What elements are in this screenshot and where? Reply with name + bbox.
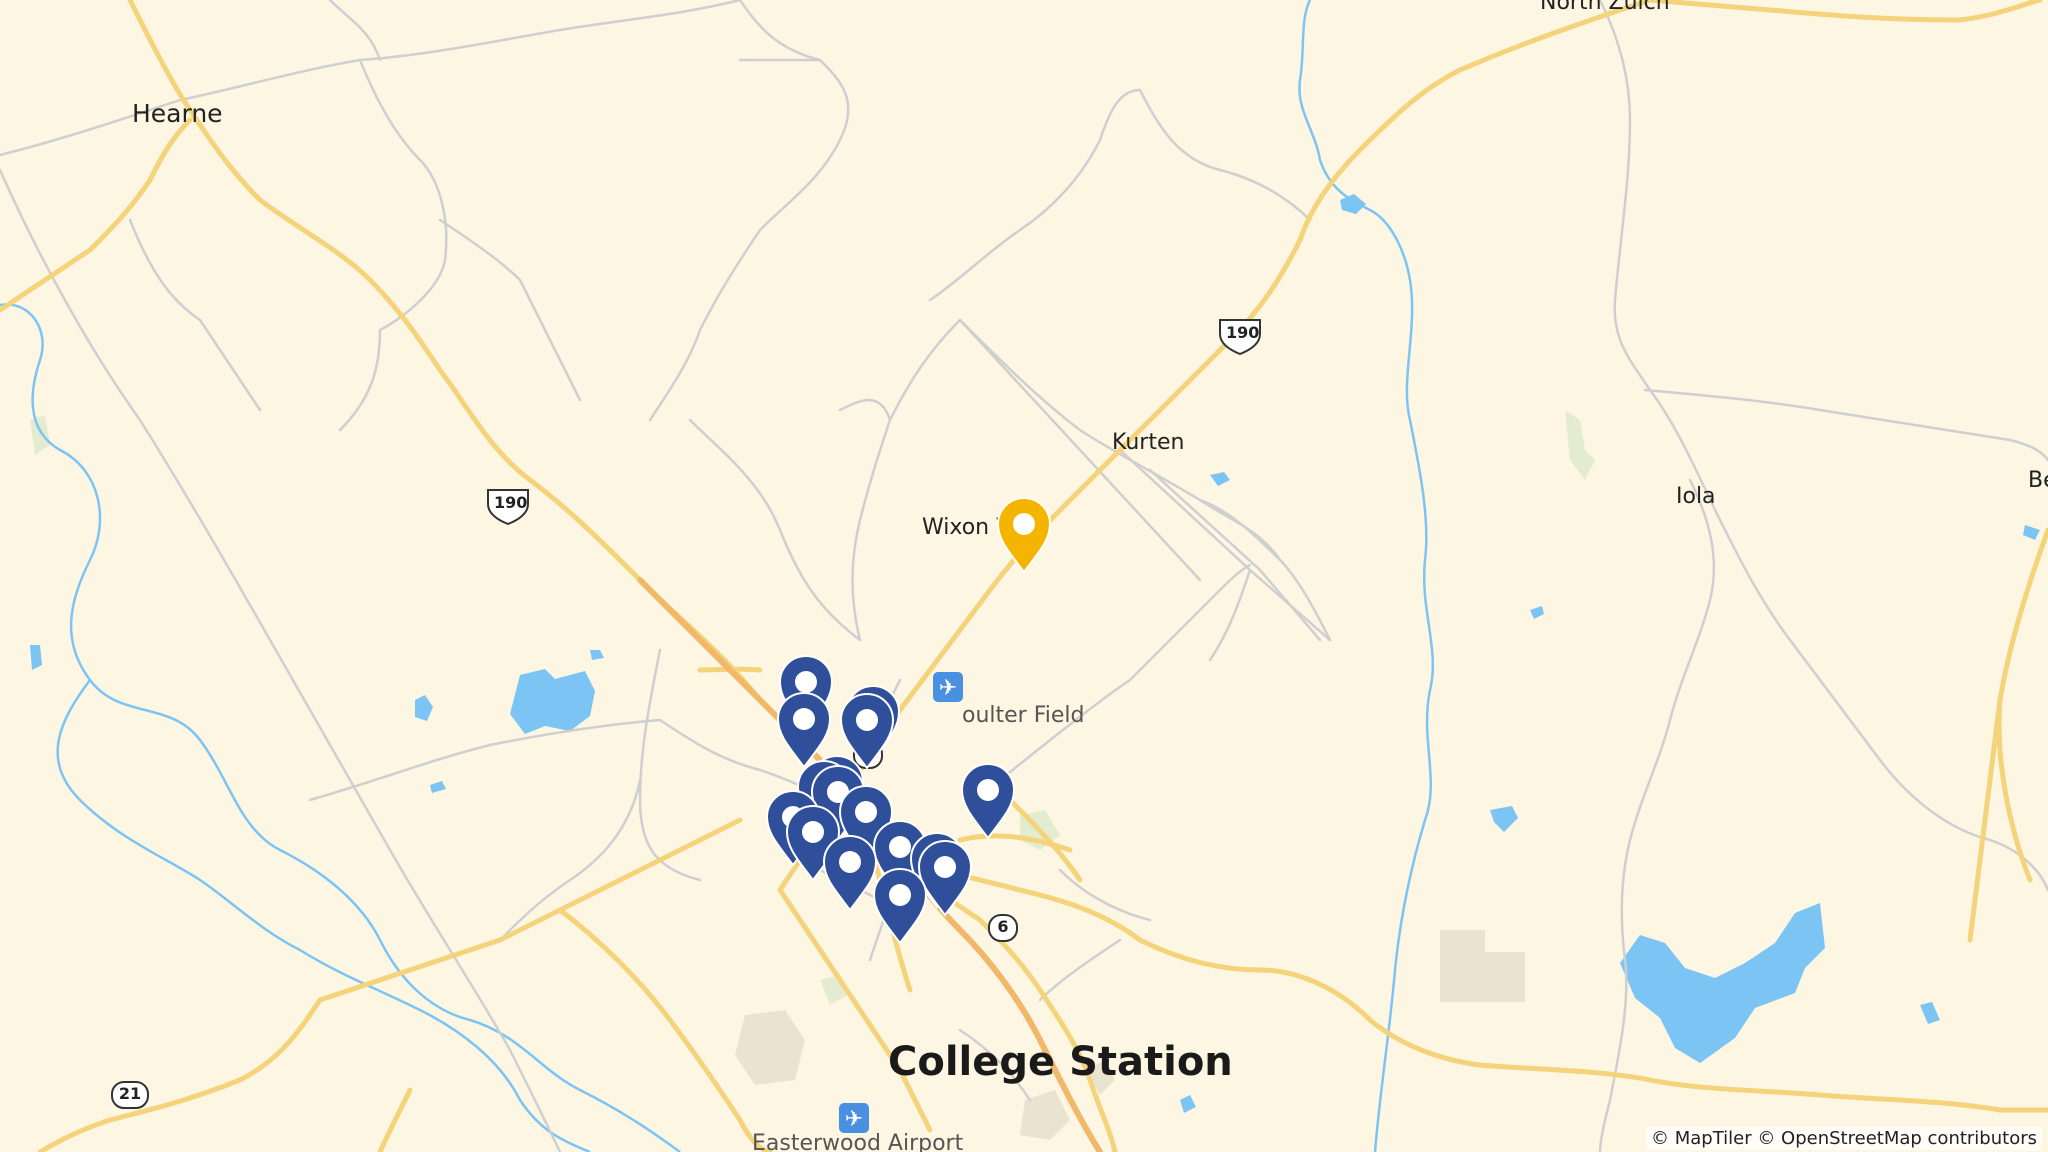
place-label-kurten: Kurten (1112, 430, 1185, 455)
hwy21-shield-label: 21 (118, 1084, 142, 1103)
map-attribution[interactable]: © MapTiler © OpenStreetMap contributors (1645, 1127, 2042, 1150)
us190-shield-label: 190 (494, 493, 528, 512)
poi-label-coulter-field: oulter Field (962, 703, 1085, 728)
poi-label-easterwood-airport: Easterwood Airport (752, 1131, 964, 1152)
hwy6-shield-label: 6 (997, 917, 1009, 936)
place-label-college-station: College Station (888, 1039, 1233, 1085)
place-label-north-zulch: North Zulch (1540, 0, 1670, 15)
map-base-layer: ✈ ✈ (0, 0, 2048, 1152)
place-label-partial: Be (2028, 468, 2048, 493)
svg-text:✈: ✈ (939, 676, 957, 701)
us190-shield-label: 190 (1226, 323, 1260, 342)
map-canvas[interactable]: ✈ ✈ 190 190 6 6 21 Hearne North Zulch Ku… (0, 0, 2048, 1152)
place-label-iola: Iola (1676, 484, 1716, 509)
svg-text:✈: ✈ (845, 1107, 863, 1132)
place-label-hearne: Hearne (132, 99, 223, 128)
